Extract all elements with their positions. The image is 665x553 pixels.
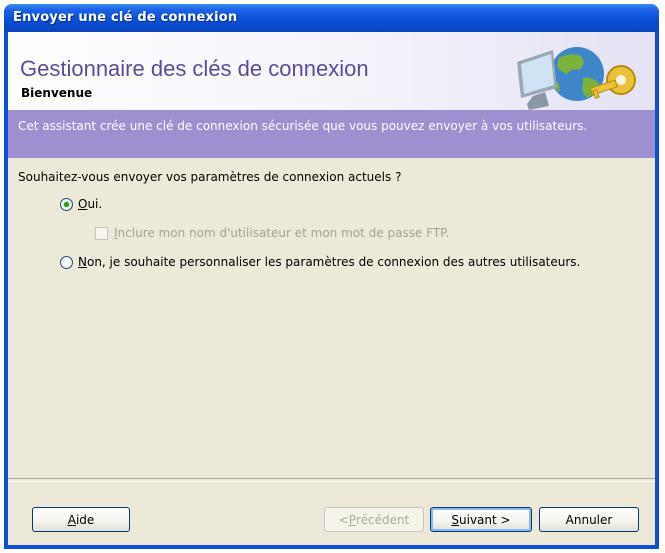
include-credentials-row[interactable]: Inclure mon nom d'utilisateur et mon mot…	[95, 226, 449, 240]
option-no-row[interactable]: Non, je souhaite personnaliser les param…	[60, 255, 580, 269]
wizard-client-area: Gestionnaire des clés de connexion Bienv…	[8, 32, 655, 545]
include-credentials-label[interactable]: Inclure mon nom d'utilisateur et mon mot…	[114, 226, 449, 240]
monitor-globe-key-icon	[517, 47, 636, 110]
cancel-button[interactable]: Annuler	[539, 507, 639, 532]
option-no-label[interactable]: Non, je souhaite personnaliser les param…	[78, 255, 580, 269]
wizard-header: Gestionnaire des clés de connexion Bienv…	[8, 32, 655, 110]
previous-button[interactable]: < Précédent	[324, 507, 424, 532]
next-button[interactable]: Suivant >	[430, 507, 532, 532]
option-yes-radio[interactable]	[60, 197, 73, 211]
footer-divider	[8, 478, 655, 482]
option-yes-label[interactable]: Oui.	[78, 197, 102, 211]
window-title: Envoyer une clé de connexion	[13, 10, 238, 25]
option-yes-row[interactable]: Oui.	[60, 197, 102, 211]
wizard-window: Envoyer une clé de connexion Gestionnair…	[4, 4, 659, 549]
question-label: Souhaitez-vous envoyer vos paramètres de…	[18, 170, 402, 184]
wizard-content: Souhaitez-vous envoyer vos paramètres de…	[8, 158, 655, 478]
page-subtitle: Bienvenue	[21, 86, 93, 100]
title-bar[interactable]: Envoyer une clé de connexion	[4, 4, 659, 32]
description-text: Cet assistant crée une clé de connexion …	[18, 119, 588, 133]
include-credentials-checkbox[interactable]	[95, 226, 108, 240]
help-button[interactable]: Aide	[32, 507, 130, 532]
option-no-radio[interactable]	[60, 255, 73, 269]
page-title: Gestionnaire des clés de connexion	[20, 56, 369, 81]
description-banner: Cet assistant crée une clé de connexion …	[8, 110, 655, 158]
